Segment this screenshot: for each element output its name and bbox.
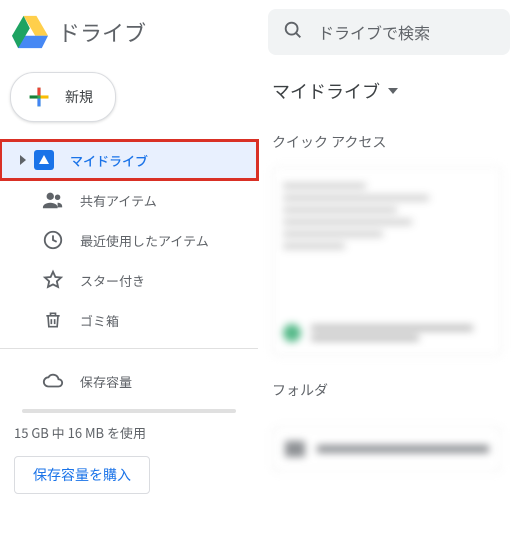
new-button[interactable]: 新規 xyxy=(10,72,116,122)
folder-item[interactable] xyxy=(272,426,502,472)
preview-lines xyxy=(283,177,491,255)
search-input[interactable]: ドライブで検索 xyxy=(268,9,510,55)
search-icon xyxy=(282,19,304,46)
file-type-icon xyxy=(283,324,301,342)
logo-area: ドライブ xyxy=(12,14,260,50)
sidebar-item-shared[interactable]: 共有アイテム xyxy=(0,180,250,220)
storage-label: 保存容量 xyxy=(80,372,132,391)
main-content: マイドライブ クイック アクセス フォルダ xyxy=(258,64,522,545)
expand-icon[interactable] xyxy=(20,155,26,165)
folder-icon xyxy=(285,441,305,457)
people-icon xyxy=(42,189,64,211)
my-drive-icon xyxy=(34,150,54,170)
breadcrumb[interactable]: マイドライブ xyxy=(272,78,522,126)
sidebar-item-label: ゴミ箱 xyxy=(80,311,119,330)
sidebar-item-label: スター付き xyxy=(80,271,145,290)
sidebar-item-recent[interactable]: 最近使用したアイテム xyxy=(0,220,250,260)
sidebar-item-label: マイドライブ xyxy=(70,151,148,170)
new-button-label: 新規 xyxy=(65,87,93,107)
cloud-icon xyxy=(42,370,64,392)
app-title: ドライブ xyxy=(58,16,146,48)
sidebar-item-storage[interactable]: 保存容量 xyxy=(0,361,250,401)
folders-title: フォルダ xyxy=(272,374,522,414)
storage-progress-bar xyxy=(22,409,236,413)
folder-name-placeholder xyxy=(317,445,489,453)
sidebar-item-label: 最近使用したアイテム xyxy=(80,231,209,250)
drive-logo-icon xyxy=(12,14,48,50)
plus-icon xyxy=(25,83,53,111)
chevron-down-icon xyxy=(388,88,398,94)
quick-access-title: クイック アクセス xyxy=(272,126,522,166)
sidebar-item-label: 共有アイテム xyxy=(80,191,157,210)
sidebar-item-starred[interactable]: スター付き xyxy=(0,260,250,300)
clock-icon xyxy=(42,229,64,251)
storage-usage-text: 15 GB 中 16 MB を使用 xyxy=(0,423,258,442)
buy-storage-button[interactable]: 保存容量を購入 xyxy=(14,456,150,494)
sidebar-item-trash[interactable]: ゴミ箱 xyxy=(0,300,250,340)
header: ドライブ ドライブで検索 xyxy=(0,0,522,64)
divider xyxy=(0,348,258,349)
trash-icon xyxy=(42,309,64,331)
sidebar: 新規 マイドライブ 共有アイテム xyxy=(0,64,258,545)
sidebar-item-my-drive[interactable]: マイドライブ xyxy=(0,140,258,180)
star-icon xyxy=(42,269,64,291)
buy-storage-label: 保存容量を購入 xyxy=(33,467,131,483)
quick-access-card[interactable] xyxy=(272,166,502,356)
search-placeholder: ドライブで検索 xyxy=(318,20,430,44)
breadcrumb-label: マイドライブ xyxy=(272,78,380,104)
